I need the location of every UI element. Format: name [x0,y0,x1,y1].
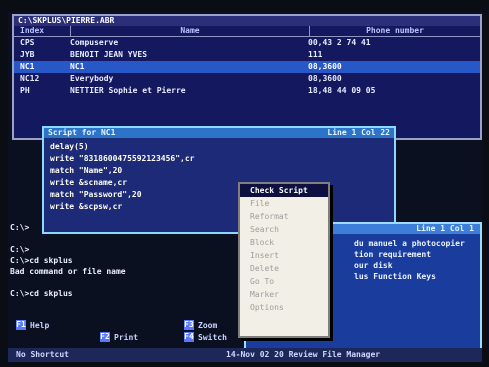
phone-directory-window[interactable]: C:\SKPLUS\PIERRE.ABR Index Name Phone nu… [12,14,482,140]
help-key-label: Help [30,320,50,330]
table-row[interactable]: CPS Compuserve 00,43 2 74 41 [14,37,480,49]
status-right: 14-Nov 02 20 Review File Manager [226,350,381,359]
switch-key[interactable]: F4 Switch [184,332,227,342]
terminal-line: Bad command or file name [10,267,126,276]
cell-index: NC12 [20,74,40,83]
cell-phone: 08,3600 [308,74,342,83]
cell-phone: 111 [308,50,323,59]
menu-item-block[interactable]: Block [240,236,328,249]
cell-name: NETTIER Sophie et Pierre [70,86,186,95]
script-line: write &scpsw,cr [50,202,123,211]
menu-item-options[interactable]: Options [240,301,328,314]
terminal-line: C:\>cd skplus [10,289,73,298]
cell-index: CPS [20,38,35,47]
zoom-key[interactable]: F3 Zoom [184,320,217,330]
phone-table-header: Index Name Phone number [14,26,480,37]
key-cap: F3 [184,320,194,330]
cell-name: BENOIT JEAN YVES [70,50,148,59]
menu-item-reformat[interactable]: Reformat [240,210,328,223]
help-key[interactable]: F1 Help [16,320,49,330]
script-line: delay(5) [50,142,89,151]
script-line: write &scname,cr [50,178,128,187]
terminal-line: C:\> [10,223,30,232]
table-row[interactable]: JYB BENOIT JEAN YVES 111 [14,49,480,61]
script-window-title: Script for NC1 [48,128,116,137]
menu-item-go-to[interactable]: Go To [240,275,328,288]
script-editor-window[interactable]: Script for NC1 Line 1 Col 22 delay(5) wr… [42,126,396,234]
cell-phone: 18,48 44 09 05 [308,86,376,95]
cell-name: Everybody [70,74,114,83]
status-left: No Shortcut [16,350,69,359]
key-cap: F1 [16,320,26,330]
zoom-key-label: Zoom [198,320,218,330]
menu-item-insert[interactable]: Insert [240,249,328,262]
terminal-line: C:\>cd skplus [10,256,73,265]
print-key-label: Print [114,332,139,342]
context-menu[interactable]: Check Script File Reformat Search Block … [238,182,330,338]
screen: C:\SKPLUS\PIERRE.ABR Index Name Phone nu… [8,12,482,362]
table-row[interactable]: NC12 Everybody 08,3600 [14,73,480,85]
cell-name: Compuserve [70,38,119,47]
header-name[interactable]: Name [70,26,309,36]
cell-phone: 00,43 2 74 41 [308,38,371,47]
notepad-line: tion requirement [354,250,432,259]
menu-item-file[interactable]: File [240,197,328,210]
notepad-line: du manuel a photocopier [354,239,465,248]
menu-item-search[interactable]: Search [240,223,328,236]
table-row[interactable]: PH NETTIER Sophie et Pierre 18,48 44 09 … [14,85,480,97]
script-text-area[interactable]: delay(5) write "8318600475592123456",cr … [44,138,394,216]
cell-index: PH [20,86,30,95]
script-line: match "Password",20 [50,190,142,199]
notepad-line: lus Function Keys [354,272,436,281]
cell-index: NC1 [20,62,35,71]
key-cap: F2 [100,332,110,342]
switch-key-label: Switch [198,332,227,342]
print-key[interactable]: F2 Print [100,332,138,342]
script-window-titlebar: Script for NC1 Line 1 Col 22 [44,128,394,138]
header-phone[interactable]: Phone number [309,26,480,36]
notepad-line: our disk [354,261,393,270]
cell-name: NC1 [70,62,85,71]
menu-item-delete[interactable]: Delete [240,262,328,275]
menu-item-check-script[interactable]: Check Script [240,184,328,197]
terminal-line: C:\> [10,245,30,254]
cell-phone: 08,3600 [308,62,342,71]
script-line: write "8318600475592123456",cr [50,154,195,163]
dos-terminal-output: C:\> C:\> C:\>cd skplus Bad command or f… [10,222,242,299]
header-index[interactable]: Index [14,26,70,36]
status-bar: No Shortcut 14-Nov 02 20 Review File Man… [8,348,482,362]
table-row-selected[interactable]: NC1 NC1 08,3600 [14,61,480,73]
phone-window-title: C:\SKPLUS\PIERRE.ABR [14,16,480,26]
menu-item-marker[interactable]: Marker [240,288,328,301]
cell-index: JYB [20,50,35,59]
script-line: match "Name",20 [50,166,123,175]
script-cursor-position: Line 1 Col 22 [327,128,390,137]
key-cap: F4 [184,332,194,342]
